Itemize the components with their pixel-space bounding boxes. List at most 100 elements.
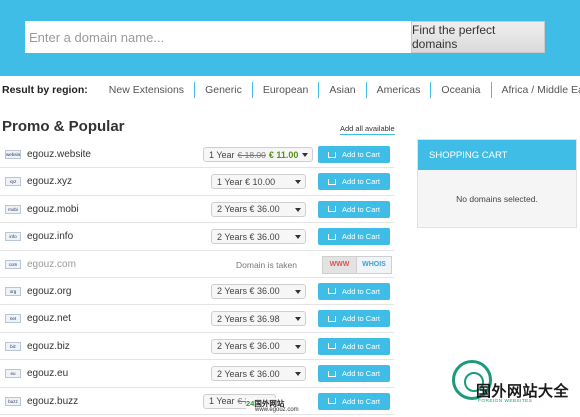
shopping-cart-title: SHOPPING CART xyxy=(418,140,576,170)
region-tab-africa-middle-east[interactable]: Africa / Middle East xyxy=(492,82,580,98)
chevron-down-icon xyxy=(295,207,301,212)
domain-name: egouz.biz xyxy=(27,340,70,352)
shopping-cart-panel: SHOPPING CART No domains selected. xyxy=(417,139,577,228)
tld-logo-icon: org xyxy=(5,286,21,296)
add-to-cart-button[interactable]: Add to Cart xyxy=(318,228,390,246)
period-value: 2 Years xyxy=(217,231,248,242)
region-tab-generic[interactable]: Generic xyxy=(195,82,253,98)
period-value: 2 Years xyxy=(217,368,248,379)
period-select[interactable]: 2 Years € 36.00 xyxy=(211,201,306,217)
period-select[interactable]: 2 Years € 36.00 xyxy=(211,366,306,382)
add-to-cart-button[interactable]: Add to Cart xyxy=(318,282,390,300)
whois-button[interactable]: WHOIS xyxy=(357,255,392,274)
period-value: 1 Year xyxy=(209,396,235,407)
period-select[interactable]: 2 Years € 36.98 xyxy=(211,311,306,327)
domain-taken-status: Domain is taken xyxy=(236,259,297,270)
tld-logo-icon: xyz xyxy=(5,177,21,187)
region-tab-new-extensions[interactable]: New Extensions xyxy=(99,82,196,98)
cart-empty-message: No domains selected. xyxy=(456,194,538,204)
add-to-cart-label: Add to Cart xyxy=(342,204,380,214)
add-to-cart-label: Add to Cart xyxy=(342,232,380,242)
domain-search-input[interactable] xyxy=(25,21,411,53)
cart-icon xyxy=(328,288,337,295)
add-to-cart-button[interactable]: Add to Cart xyxy=(318,365,390,383)
domain-row: net egouz.net 2 Years € 36.98 Add to Car… xyxy=(0,305,394,333)
region-filter: Result by region: New Extensions Generic… xyxy=(2,80,580,100)
domain-row: website egouz.website 1 Year € 18.00 € 1… xyxy=(0,141,394,169)
domain-name: egouz.xyz xyxy=(27,176,73,188)
domain-search-bar: Find the perfect domains xyxy=(25,21,545,53)
domain-row: eu egouz.eu 2 Years € 36.00 Add to Cart xyxy=(0,360,394,388)
period-value: 1 Year xyxy=(217,176,243,187)
cart-icon xyxy=(328,178,337,185)
add-to-cart-label: Add to Cart xyxy=(342,369,380,379)
domain-row: mobi egouz.mobi 2 Years € 36.00 Add to C… xyxy=(0,196,394,224)
watermark-subtitle: FOREIGN WEBSITES xyxy=(478,399,533,404)
region-tab-oceania[interactable]: Oceania xyxy=(431,82,492,98)
domain-results-list: website egouz.website 1 Year € 18.00 € 1… xyxy=(0,141,394,415)
add-to-cart-button[interactable]: Add to Cart xyxy=(318,200,390,218)
price: € 36.00 xyxy=(249,231,280,242)
domain-name: egouz.eu xyxy=(27,368,69,380)
add-all-available-link[interactable]: Add all available xyxy=(340,124,395,135)
add-to-cart-label: Add to Cart xyxy=(342,314,380,324)
price: € 36.00 xyxy=(249,341,280,352)
tld-logo-icon: eu xyxy=(5,369,21,379)
period-value: 2 Years xyxy=(217,204,248,215)
watermark-title: 国外网站大全 xyxy=(476,382,570,400)
domain-row: buzz egouz.buzz 1 Year € 30.0 Add to Car… xyxy=(0,388,394,415)
cart-icon xyxy=(328,315,337,322)
add-to-cart-button[interactable]: Add to Cart xyxy=(318,392,390,410)
price: € 36.98 xyxy=(249,313,280,324)
add-to-cart-button[interactable]: Add to Cart xyxy=(318,173,390,191)
add-to-cart-label: Add to Cart xyxy=(342,286,380,296)
sale-price: € 11.00 xyxy=(268,149,299,160)
cart-icon xyxy=(328,151,337,158)
www-button[interactable]: WWW xyxy=(322,255,357,274)
price: € 36.00 xyxy=(249,368,280,379)
add-to-cart-label: Add to Cart xyxy=(342,396,380,406)
cart-icon xyxy=(328,233,337,240)
add-to-cart-label: Add to Cart xyxy=(342,150,380,159)
old-price: € 18.00 xyxy=(237,149,266,160)
period-select[interactable]: 1 Year € 18.00 € 11.00 xyxy=(203,147,314,162)
chevron-down-icon xyxy=(295,344,301,349)
add-to-cart-button[interactable]: Add to Cart xyxy=(318,310,390,328)
chevron-down-icon xyxy=(295,372,301,377)
period-select[interactable]: 1 Year € 10.00 xyxy=(211,174,306,190)
domain-row: org egouz.org 2 Years € 36.00 Add to Car… xyxy=(0,278,394,306)
domain-name: egouz.website xyxy=(27,149,91,160)
region-tab-european[interactable]: European xyxy=(253,82,320,98)
domain-name: egouz.com xyxy=(27,258,76,270)
period-select[interactable]: 2 Years € 36.00 xyxy=(211,338,306,354)
region-filter-label: Result by region: xyxy=(2,84,88,96)
promo-section-title: Promo & Popular xyxy=(2,118,125,135)
find-domains-button[interactable]: Find the perfect domains xyxy=(411,21,545,53)
period-select[interactable]: 2 Years € 36.00 xyxy=(211,283,306,299)
period-value: 2 Years xyxy=(217,286,248,297)
domain-name: egouz.info xyxy=(27,231,74,243)
region-tab-americas[interactable]: Americas xyxy=(367,82,432,98)
domain-row: info egouz.info 2 Years € 36.00 Add to C… xyxy=(0,223,394,251)
region-tab-asian[interactable]: Asian xyxy=(319,82,367,98)
domain-name: egouz.mobi xyxy=(27,203,79,215)
chevron-down-icon xyxy=(295,289,301,294)
period-value: 2 Years xyxy=(217,341,248,352)
period-select[interactable]: 2 Years € 36.00 xyxy=(211,229,306,245)
cart-icon xyxy=(328,206,337,213)
domain-row: xyz egouz.xyz 1 Year € 10.00 Add to Cart xyxy=(0,168,394,196)
period-value: 1 Year xyxy=(209,149,235,160)
tld-logo-icon: com xyxy=(5,259,21,269)
domain-name: egouz.buzz xyxy=(27,395,79,407)
search-hero: Find the perfect domains xyxy=(0,0,580,76)
add-to-cart-button[interactable]: Add to Cart xyxy=(318,146,390,163)
price: € 36.00 xyxy=(249,286,280,297)
tld-logo-icon: net xyxy=(5,314,21,324)
period-value: 2 Years xyxy=(217,313,248,324)
tld-logo-icon: website xyxy=(5,150,21,159)
tld-logo-icon: biz xyxy=(5,341,21,351)
domain-name: egouz.net xyxy=(27,313,71,325)
add-to-cart-button[interactable]: Add to Cart xyxy=(318,337,390,355)
domain-name: egouz.org xyxy=(27,285,72,297)
add-to-cart-label: Add to Cart xyxy=(342,177,380,187)
